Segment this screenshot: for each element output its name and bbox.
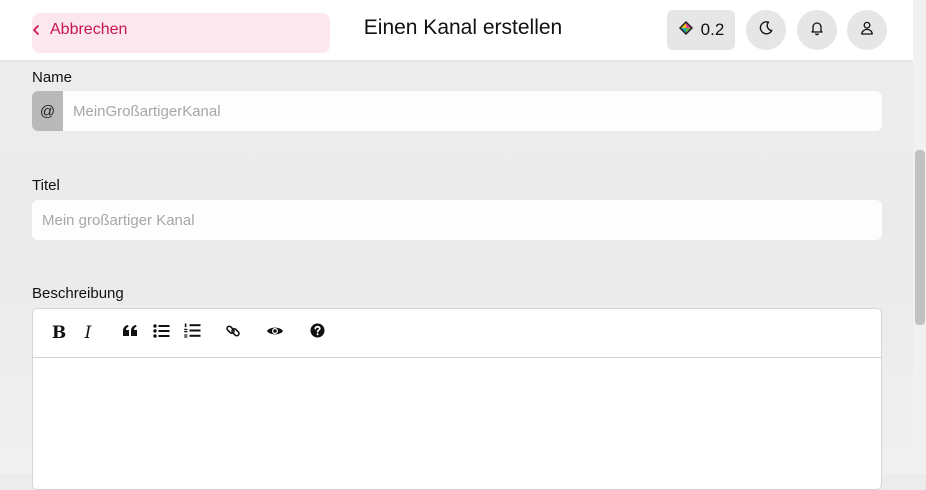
name-label: Name [32, 69, 73, 86]
unordered-list-button[interactable] [149, 321, 173, 345]
quote-icon [122, 324, 138, 342]
version-number: 0.2 [700, 20, 725, 39]
link-icon [225, 323, 241, 344]
theme-toggle-button[interactable] [746, 10, 786, 50]
link-button[interactable] [221, 321, 245, 345]
scrollbar-thumb[interactable] [915, 150, 925, 325]
title-label: Titel [32, 177, 60, 194]
bold-button[interactable]: B [47, 321, 71, 345]
top-bar: Abbrechen Einen Kanal erstellen 0.2 [0, 0, 913, 60]
name-field: @ [32, 91, 882, 131]
ordered-list-button[interactable] [180, 321, 204, 345]
description-textarea[interactable] [33, 358, 881, 488]
name-prefix: @ [32, 91, 63, 131]
profile-button[interactable] [847, 10, 887, 50]
italic-icon: I [84, 323, 92, 343]
app-logo-icon [678, 20, 694, 41]
italic-button[interactable]: I [76, 321, 100, 345]
preview-button[interactable] [263, 321, 287, 345]
cancel-button-label: Abbrechen [50, 21, 128, 38]
bold-icon: B [51, 323, 67, 343]
description-editor: B I [32, 308, 882, 490]
chevron-left-icon [30, 24, 42, 36]
description-label: Beschreibung [32, 285, 124, 302]
cancel-button[interactable]: Abbrechen [30, 18, 127, 42]
bell-icon [809, 20, 825, 41]
help-button[interactable] [305, 321, 329, 345]
list-ol-icon [183, 323, 201, 343]
user-icon [859, 20, 875, 41]
list-ul-icon [152, 323, 170, 343]
question-circle-icon [310, 323, 325, 343]
title-input[interactable] [32, 200, 882, 240]
title-field [32, 200, 882, 240]
moon-icon [758, 20, 774, 41]
notifications-button[interactable] [797, 10, 837, 50]
name-input[interactable] [63, 91, 882, 131]
quote-button[interactable] [118, 321, 142, 345]
editor-toolbar: B I [33, 309, 881, 358]
eye-icon [266, 324, 284, 342]
version-badge[interactable]: 0.2 [667, 10, 735, 50]
